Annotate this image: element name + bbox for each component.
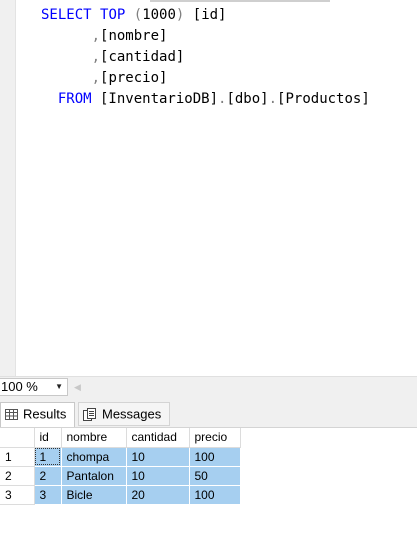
sql-keyword: TOP [100, 7, 126, 23]
zoom-value: 100 % [1, 379, 38, 394]
code-line-3: ,[cantidad] [41, 47, 185, 67]
sql-identifier: [InventarioDB] [91, 91, 219, 107]
scroll-left-icon[interactable]: ◀ [74, 380, 81, 394]
tab-messages[interactable]: Messages [78, 402, 170, 426]
messages-icon [83, 408, 96, 422]
query-editor[interactable]: SELECT TOP (1000) [id] ,[nombre] ,[canti… [0, 0, 417, 376]
chevron-down-icon[interactable]: ▼ [55, 379, 63, 395]
code-line-1: SELECT TOP (1000) [id] [41, 5, 227, 25]
zoom-select[interactable]: 100 % ▼ [0, 378, 68, 396]
sql-keyword: SELECT [41, 7, 92, 23]
row-header-corner[interactable] [0, 428, 35, 448]
column-header[interactable]: cantidad [126, 428, 190, 448]
sql-operator: , [91, 70, 101, 86]
sql-identifier: 1000 [142, 7, 176, 23]
sql-identifier: [dbo] [226, 91, 269, 107]
grid-cell[interactable]: Bicle [61, 485, 127, 505]
sql-operator: , [91, 28, 101, 44]
grid-cell[interactable]: 2 [34, 466, 62, 486]
code-line-5: FROM [InventarioDB].[dbo].[Productos] [41, 89, 370, 109]
row-number[interactable]: 1 [0, 447, 35, 467]
sql-identifier: [nombre] [100, 28, 168, 44]
tab-messages-label: Messages [102, 406, 162, 422]
grid-icon [5, 409, 18, 421]
sql-identifier [41, 70, 92, 86]
grid-cell[interactable]: 50 [189, 466, 241, 486]
grid-cell[interactable]: 1 [34, 447, 62, 467]
grid-cell[interactable]: 10 [126, 447, 190, 467]
grid-cell[interactable]: 100 [189, 447, 241, 467]
sql-identifier [125, 7, 133, 23]
row-number[interactable]: 2 [0, 466, 35, 486]
grid-cell[interactable]: 3 [34, 485, 62, 505]
grid-cell[interactable]: 20 [126, 485, 190, 505]
column-header[interactable]: nombre [61, 428, 127, 448]
column-header[interactable]: precio [189, 428, 241, 448]
sql-keyword: FROM [57, 91, 92, 107]
table-row[interactable]: 2 2 Pantalon 10 50 [0, 466, 241, 486]
sql-identifier [92, 7, 100, 23]
sql-identifier [41, 91, 58, 107]
sql-identifier: [precio] [100, 70, 168, 86]
tab-results[interactable]: Results [0, 402, 75, 427]
results-grid[interactable]: id nombre cantidad precio 1 1 chompa 10 … [0, 428, 417, 539]
results-table: id nombre cantidad precio 1 1 chompa 10 … [0, 428, 241, 505]
grid-cell[interactable]: Pantalon [61, 466, 127, 486]
grid-cell[interactable]: 100 [189, 485, 241, 505]
zoom-bar: 100 % ▼ ◀ [0, 376, 417, 398]
sql-identifier [41, 28, 92, 44]
table-row[interactable]: 1 1 chompa 10 100 [0, 447, 241, 467]
results-tabstrip: Results Messages [0, 398, 417, 428]
grid-cell[interactable]: 10 [126, 466, 190, 486]
column-header[interactable]: id [34, 428, 62, 448]
table-row[interactable]: 3 3 Bicle 20 100 [0, 485, 241, 505]
sql-operator: ( [133, 7, 143, 23]
gutter-divider [15, 0, 16, 376]
sql-identifier: [cantidad] [100, 49, 185, 65]
sql-identifier [41, 49, 92, 65]
grid-cell[interactable]: chompa [61, 447, 127, 467]
editor-top-clipped-line [150, 0, 330, 2]
row-number[interactable]: 3 [0, 485, 35, 505]
code-line-2: ,[nombre] [41, 26, 168, 46]
editor-gutter [0, 0, 15, 376]
code-line-4: ,[precio] [41, 68, 168, 88]
sql-identifier: [Productos] [277, 91, 370, 107]
sql-identifier: [id] [184, 7, 227, 23]
sql-operator: , [91, 49, 101, 65]
tab-results-label: Results [23, 406, 67, 422]
header-row: id nombre cantidad precio [0, 428, 241, 448]
sql-operator: . [268, 91, 278, 107]
